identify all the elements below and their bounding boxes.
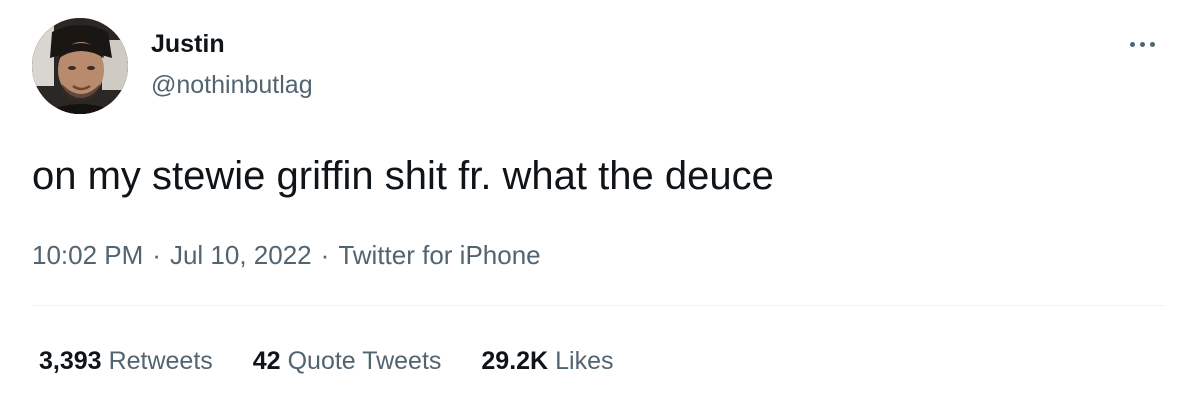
tweet-time[interactable]: 10:02 PM [32, 238, 143, 272]
quote-tweets-label: Quote Tweets [287, 347, 442, 375]
tweet-card: Justin @nothinbutlag on my stewie griffi… [0, 0, 1194, 404]
author-handle[interactable]: @nothinbutlag [151, 69, 313, 101]
tweet-source[interactable]: Twitter for iPhone [338, 238, 540, 272]
tweet-stats: 3,393 Retweets 42 Quote Tweets 29.2K Lik… [39, 345, 653, 377]
more-horizontal-icon [1139, 41, 1145, 47]
avatar-image [32, 18, 128, 114]
meta-separator: · [320, 240, 330, 270]
author-display-name[interactable]: Justin [151, 28, 225, 60]
quote-tweets-stat[interactable]: 42 Quote Tweets [253, 345, 442, 377]
avatar[interactable] [32, 18, 128, 114]
divider [32, 305, 1164, 306]
retweets-label: Retweets [108, 347, 213, 375]
quote-tweets-count: 42 [252, 347, 281, 375]
more-horizontal-icon [1129, 41, 1135, 47]
retweets-stat[interactable]: 3,393 Retweets [39, 345, 213, 377]
meta-separator: · [152, 240, 161, 270]
likes-count: 29.2K [481, 347, 549, 375]
likes-label: Likes [555, 347, 614, 375]
tweet-meta: 10:02 PM · Jul 10, 2022 · Twitter for iP… [32, 238, 541, 272]
tweet-text: on my stewie griffin shit fr. what the d… [32, 154, 774, 198]
tweet-date[interactable]: Jul 10, 2022 [170, 238, 312, 272]
retweets-count: 3,393 [39, 347, 102, 375]
more-options-button[interactable] [1120, 30, 1164, 58]
likes-stat[interactable]: 29.2K Likes [481, 345, 613, 377]
more-horizontal-icon [1149, 41, 1155, 47]
